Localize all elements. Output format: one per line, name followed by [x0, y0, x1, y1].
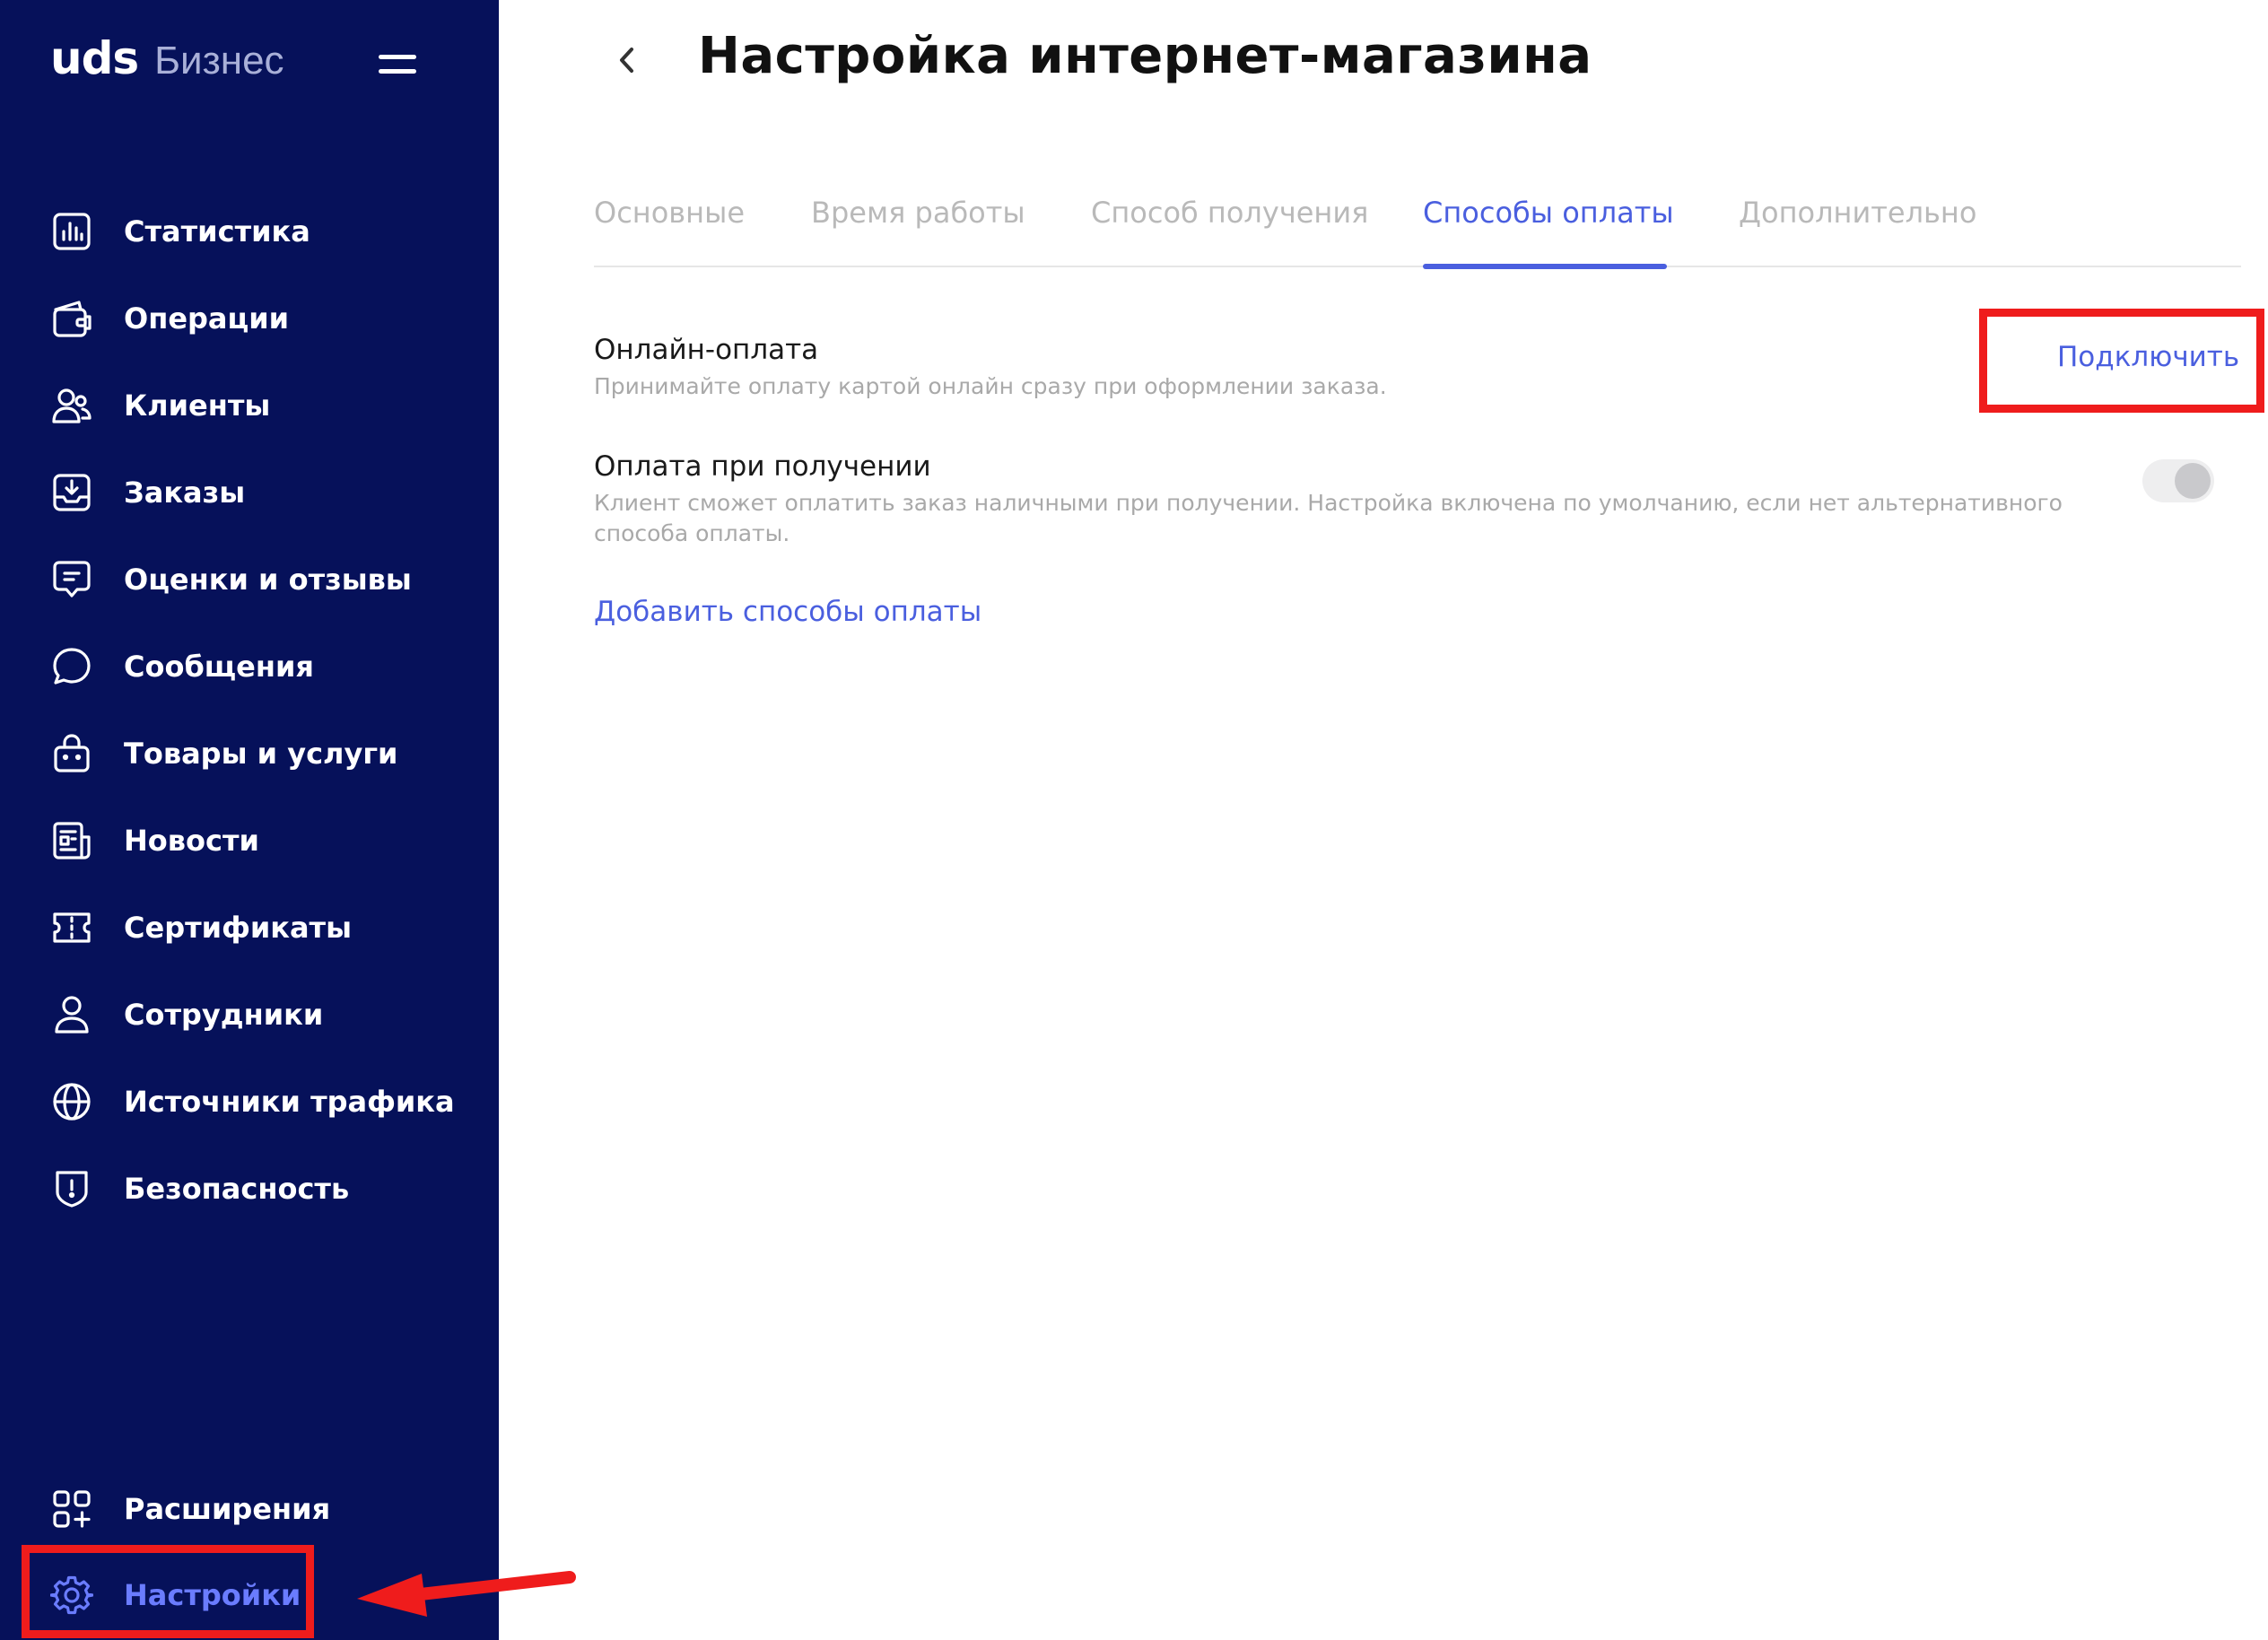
sidebar-item-clients[interactable]: Клиенты	[50, 379, 270, 432]
sidebar-item-label: Товары и услуги	[124, 737, 398, 771]
bag-icon	[50, 732, 93, 775]
hamburger-icon[interactable]	[379, 52, 416, 75]
sidebar-item-reviews[interactable]: Оценки и отзывы	[50, 553, 412, 606]
tab-additional[interactable]: Дополнительно	[1739, 196, 1976, 230]
active-tab-indicator	[1423, 264, 1667, 269]
sidebar-item-messages[interactable]: Сообщения	[50, 640, 314, 694]
back-button[interactable]	[606, 39, 648, 81]
cash-payment-description: Клиент сможет оплатить заказ наличными п…	[594, 490, 2063, 546]
tab-payment-methods[interactable]: Способы оплаты	[1423, 196, 1674, 230]
extensions-icon	[50, 1487, 93, 1531]
sidebar-item-label: Статистика	[124, 214, 310, 249]
sidebar-item-label: Сообщения	[124, 650, 314, 684]
chat-icon	[50, 645, 93, 688]
add-payment-methods-link[interactable]: Добавить способы оплаты	[594, 596, 981, 628]
users-icon	[50, 384, 93, 427]
sidebar-item-label: Операции	[124, 301, 290, 336]
chevron-left-icon	[620, 48, 633, 73]
connect-button[interactable]: Подключить	[2057, 341, 2239, 373]
chart-icon	[50, 210, 93, 253]
online-payment-description: Принимайте оплату картой онлайн сразу пр…	[594, 373, 1387, 399]
review-icon	[50, 558, 93, 601]
tab-working-hours[interactable]: Время работы	[811, 196, 1025, 230]
toggle-knob	[2175, 463, 2211, 499]
tab-basic[interactable]: Основные	[594, 196, 745, 230]
cash-payment-title: Оплата при получении	[594, 450, 931, 483]
sidebar-item-security[interactable]: Безопасность	[50, 1162, 349, 1216]
sidebar-item-settings[interactable]: Настройки	[50, 1568, 301, 1622]
sidebar-item-label: Оценки и отзывы	[124, 563, 412, 597]
news-icon	[50, 819, 93, 862]
tab-delivery-method[interactable]: Способ получения	[1091, 196, 1368, 230]
logo-sub: Бизнес	[154, 39, 284, 83]
globe-icon	[50, 1080, 93, 1123]
sidebar: uds Бизнес Статистика Операции Клиенты З…	[0, 0, 499, 1640]
sidebar-item-orders[interactable]: Заказы	[50, 466, 245, 519]
shield-icon	[50, 1167, 93, 1210]
sidebar-item-label: Настройки	[124, 1578, 301, 1612]
sidebar-item-label: Сотрудники	[124, 998, 324, 1032]
sidebar-item-label: Сертификаты	[124, 911, 353, 945]
sidebar-item-label: Источники трафика	[124, 1085, 455, 1119]
cash-payment-toggle[interactable]	[2142, 459, 2214, 502]
user-icon	[50, 993, 93, 1036]
page-title: Настройка интернет-магазина	[698, 27, 1592, 85]
sidebar-item-news[interactable]: Новости	[50, 814, 259, 868]
logo-main: uds	[50, 32, 139, 84]
logo[interactable]: uds Бизнес	[50, 32, 284, 95]
sidebar-item-label: Новости	[124, 824, 259, 858]
sidebar-item-products[interactable]: Товары и услуги	[50, 727, 397, 781]
tab-bar: Основные Время работы Способ получения С…	[594, 188, 2241, 269]
sidebar-item-employees[interactable]: Сотрудники	[50, 988, 323, 1042]
sidebar-item-label: Расширения	[124, 1492, 331, 1526]
sidebar-item-label: Безопасность	[124, 1172, 350, 1206]
ticket-icon	[50, 906, 93, 949]
sidebar-item-statistics[interactable]: Статистика	[50, 205, 310, 258]
main-content: Настройка интернет-магазина Основные Вре…	[499, 0, 2268, 1640]
sidebar-item-certificates[interactable]: Сертификаты	[50, 901, 352, 955]
wallet-icon	[50, 297, 93, 340]
sidebar-item-label: Заказы	[124, 475, 246, 510]
sidebar-item-operations[interactable]: Операции	[50, 292, 289, 345]
sidebar-item-extensions[interactable]: Расширения	[50, 1482, 330, 1536]
online-payment-title: Онлайн-оплата	[594, 334, 819, 366]
sidebar-item-traffic[interactable]: Источники трафика	[50, 1075, 455, 1129]
gear-icon	[50, 1574, 93, 1617]
sidebar-item-label: Клиенты	[124, 388, 271, 423]
inbox-icon	[50, 471, 93, 514]
